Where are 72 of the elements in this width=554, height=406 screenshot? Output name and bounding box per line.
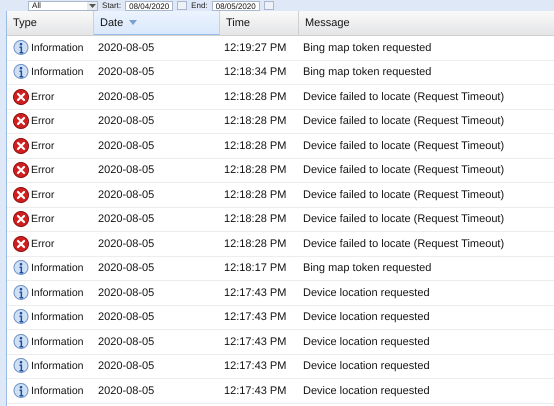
table-cell: Device location requested <box>303 360 430 372</box>
type-text: Error <box>31 140 54 152</box>
table-cell: 2020-08-05 <box>98 384 154 397</box>
table-cell: 12:17:43 PM <box>224 286 286 299</box>
table-cell: Device location requested <box>303 384 430 397</box>
table-cell: 2020-08-05 <box>98 164 154 176</box>
calendar-button[interactable] <box>264 1 274 10</box>
start-date-field[interactable]: 08/04/2020 <box>125 0 174 10</box>
table-cell: Bing map token requested <box>303 42 432 54</box>
type-text: Information <box>31 360 84 372</box>
column-header[interactable]: Date <box>94 11 220 35</box>
start-label: Start: <box>102 1 122 10</box>
table-cell: 2020-08-05 <box>98 115 154 128</box>
table-cell: 2020-08-05 <box>98 336 154 348</box>
table-cell: 12:18:28 PM <box>224 90 286 103</box>
type-text: Information <box>31 42 84 54</box>
table-cell: Device location requested <box>303 286 430 299</box>
type-text: Error <box>31 238 54 250</box>
sort-down-icon <box>129 20 138 25</box>
table-cell: 12:17:43 PM <box>224 384 286 397</box>
type-text: Information <box>31 336 84 348</box>
end-label: End: <box>191 1 208 10</box>
caret-icon <box>88 4 96 8</box>
table-cell: 12:18:28 PM <box>224 188 286 201</box>
table-cell: 12:17:43 PM <box>224 336 286 348</box>
table-cell: 12:18:28 PM <box>224 238 286 250</box>
table-cell: 2020-08-05 <box>98 238 154 250</box>
type-text: Error <box>31 90 54 103</box>
table-cell: 12:17:43 PM <box>224 311 286 324</box>
column-header[interactable]: Time <box>220 11 299 35</box>
table-cell: Bing map token requested <box>303 66 432 78</box>
table-cell: 2020-08-05 <box>98 311 154 324</box>
type-text: Error <box>31 164 54 176</box>
table-cell: 2020-08-05 <box>98 42 154 54</box>
table-cell: 12:18:28 PM <box>224 213 286 226</box>
table-cell: 12:18:34 PM <box>224 66 286 78</box>
table-cell: Device failed to locate (Request Timeout) <box>303 90 504 103</box>
table-cell: 2020-08-05 <box>98 360 154 372</box>
table-cell: 2020-08-05 <box>98 66 154 78</box>
table-cell: 2020-08-05 <box>98 286 154 299</box>
table-cell: Device failed to locate (Request Timeout) <box>303 213 504 226</box>
table-cell: Device failed to locate (Request Timeout) <box>303 115 504 128</box>
table-cell: 2020-08-05 <box>98 140 154 152</box>
type-filter-dropdown[interactable]: All <box>28 0 98 10</box>
table-cell: 2020-08-05 <box>98 262 154 274</box>
table-cell: 12:18:17 PM <box>224 262 286 274</box>
table-cell: Device location requested <box>303 336 430 348</box>
type-text: Information <box>31 66 84 78</box>
table-cell: 12:18:28 PM <box>224 164 286 176</box>
type-text: Error <box>31 188 54 201</box>
table-cell: 12:18:28 PM <box>224 115 286 128</box>
table-cell: 2020-08-05 <box>98 188 154 201</box>
type-text: Information <box>31 286 84 299</box>
type-text: Information <box>31 311 84 324</box>
end-date-field[interactable]: 08/05/2020 <box>212 0 260 10</box>
table-cell: 12:19:27 PM <box>224 42 286 54</box>
table-cell: Device failed to locate (Request Timeout) <box>303 238 504 250</box>
type-text: Information <box>31 262 84 274</box>
type-text: Error <box>31 213 54 226</box>
table-cell: 2020-08-05 <box>98 213 154 226</box>
table-cell: 12:17:43 PM <box>224 360 286 372</box>
table-cell: 12:18:28 PM <box>224 140 286 152</box>
table-cell: Device failed to locate (Request Timeout) <box>303 188 504 201</box>
type-text: Information <box>31 384 84 397</box>
type-text: Error <box>31 115 54 128</box>
table-cell: Device location requested <box>303 311 430 324</box>
table-cell: 2020-08-05 <box>98 90 154 103</box>
table-cell: Device failed to locate (Request Timeout) <box>303 164 504 176</box>
table-cell: Device failed to locate (Request Timeout) <box>303 140 504 152</box>
table-cell: Bing map token requested <box>303 262 432 274</box>
column-header[interactable]: Message <box>299 11 554 35</box>
calendar-button[interactable] <box>177 1 188 10</box>
